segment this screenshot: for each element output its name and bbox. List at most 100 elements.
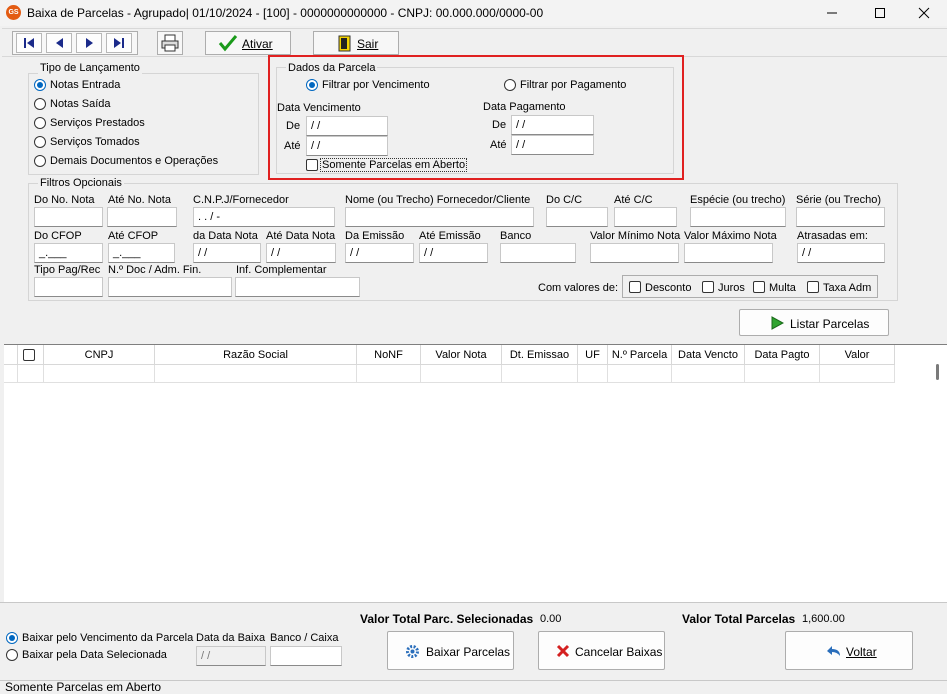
grid-header-no-parcela[interactable]: N.º Parcela: [608, 345, 672, 365]
grid-cell[interactable]: [745, 365, 820, 383]
valor-minimo-label: Valor Mínimo Nota: [590, 230, 681, 242]
window-title: Baixa de Parcelas - Agrupado| 01/10/2024…: [27, 6, 544, 20]
sair-button[interactable]: Sair: [313, 31, 399, 55]
do-cfop-input[interactable]: _.___: [34, 243, 103, 263]
sair-label: Sair: [357, 37, 379, 51]
tipo-pag-input[interactable]: [34, 277, 103, 297]
multa-label: Multa: [769, 282, 796, 294]
grid-row-indicator-header: [4, 345, 18, 365]
valor-minimo-input[interactable]: [590, 243, 679, 263]
grid-scrollbar-thumb[interactable]: [936, 364, 939, 380]
parcelas-grid[interactable]: CNPJ Razão Social NoNF Valor Nota Dt. Em…: [4, 344, 947, 602]
checkbox-multa[interactable]: [753, 281, 765, 293]
serie-label: Série (ou Trecho): [796, 194, 881, 206]
grid-cell[interactable]: [357, 365, 421, 383]
status-text: Somente Parcelas em Aberto: [5, 680, 162, 694]
filtrar-vencimento-label: Filtrar por Vencimento: [322, 79, 430, 91]
grid-cell[interactable]: [502, 365, 578, 383]
serie-input[interactable]: [796, 207, 885, 227]
ativar-button[interactable]: Ativar: [205, 31, 291, 55]
ate-emissao-input[interactable]: / /: [419, 243, 488, 263]
radio-filtrar-pagamento[interactable]: [504, 79, 516, 91]
listar-parcelas-label: Listar Parcelas: [790, 317, 870, 331]
radio-baixar-data[interactable]: [6, 649, 18, 661]
especie-input[interactable]: [690, 207, 786, 227]
grid-cell[interactable]: [421, 365, 502, 383]
grid-cell[interactable]: [820, 365, 895, 383]
dados-parcela-legend: Dados da Parcela: [286, 62, 378, 74]
grid-header-data-pagto[interactable]: Data Pagto: [745, 345, 820, 365]
grid-cell[interactable]: [672, 365, 745, 383]
radio-demais-documentos[interactable]: [34, 155, 46, 167]
checkbox-taxa-adm[interactable]: [807, 281, 819, 293]
baixar-parcelas-button[interactable]: Baixar Parcelas: [387, 631, 514, 670]
grid-header-nonf[interactable]: NoNF: [357, 345, 421, 365]
tipo-pag-label: Tipo Pag/Rec: [34, 264, 101, 276]
option-notas-saida-label: Notas Saída: [50, 98, 111, 110]
taxa-adm-label: Taxa Adm: [823, 282, 872, 294]
ate-cfop-input[interactable]: _.___: [108, 243, 175, 263]
radio-filtrar-vencimento[interactable]: [306, 79, 318, 91]
venc-de-input[interactable]: / /: [306, 116, 388, 136]
previous-record-button[interactable]: [46, 33, 72, 53]
atrasadas-input[interactable]: / /: [797, 243, 885, 263]
grid-cell[interactable]: [4, 365, 18, 383]
ate-no-nota-input[interactable]: [107, 207, 177, 227]
grid-header-data-vencto[interactable]: Data Vencto: [672, 345, 745, 365]
do-no-nota-input[interactable]: [34, 207, 103, 227]
banco-input[interactable]: [500, 243, 576, 263]
radio-servicos-tomados[interactable]: [34, 136, 46, 148]
grid-header-cnpj[interactable]: CNPJ: [44, 345, 155, 365]
grid-header-uf[interactable]: UF: [578, 345, 608, 365]
grid-cell[interactable]: [608, 365, 672, 383]
data-baixa-input[interactable]: / /: [196, 646, 266, 666]
venc-ate-input[interactable]: / /: [306, 136, 388, 156]
valor-maximo-input[interactable]: [684, 243, 773, 263]
close-icon[interactable]: [901, 0, 947, 26]
inf-complementar-input[interactable]: [235, 277, 360, 297]
da-data-nota-input[interactable]: / /: [193, 243, 261, 263]
checkbox-somente-aberto[interactable]: [306, 159, 318, 171]
radio-notas-saida[interactable]: [34, 98, 46, 110]
grid-header-valor-nota[interactable]: Valor Nota: [421, 345, 502, 365]
first-record-button[interactable]: [16, 33, 42, 53]
inf-complementar-label: Inf. Complementar: [236, 264, 327, 276]
listar-parcelas-button[interactable]: Listar Parcelas: [739, 309, 889, 336]
checkbox-desconto[interactable]: [629, 281, 641, 293]
maximize-icon[interactable]: [857, 0, 903, 26]
valor-total-label: Valor Total Parcelas: [682, 612, 796, 626]
pag-ate-input[interactable]: / /: [511, 135, 594, 155]
nome-fornecedor-input[interactable]: [345, 207, 534, 227]
grid-header-razao-social[interactable]: Razão Social: [155, 345, 357, 365]
checkbox-juros[interactable]: [702, 281, 714, 293]
baixar-vencimento-label: Baixar pelo Vencimento da Parcela: [22, 632, 194, 644]
ate-cc-input[interactable]: [614, 207, 677, 227]
minimize-icon[interactable]: [809, 0, 855, 26]
da-emissao-input[interactable]: / /: [345, 243, 414, 263]
grid-cell[interactable]: [155, 365, 357, 383]
pag-de-input[interactable]: / /: [511, 115, 594, 135]
cnpj-fornecedor-label: C.N.P.J/Fornecedor: [193, 194, 289, 206]
print-button[interactable]: [157, 31, 183, 55]
cancelar-baixas-button[interactable]: Cancelar Baixas: [538, 631, 665, 670]
banco-caixa-input[interactable]: [270, 646, 342, 666]
radio-baixar-vencimento[interactable]: [6, 632, 18, 644]
next-record-button[interactable]: [76, 33, 102, 53]
radio-servicos-prestados[interactable]: [34, 117, 46, 129]
radio-notas-entrada[interactable]: [34, 79, 46, 91]
do-cc-input[interactable]: [546, 207, 608, 227]
grid-cell[interactable]: [578, 365, 608, 383]
grid-header-valor[interactable]: Valor: [820, 345, 895, 365]
grid-cell[interactable]: [44, 365, 155, 383]
grid-select-all-header[interactable]: [18, 345, 44, 365]
select-all-checkbox[interactable]: [23, 349, 35, 361]
grid-cell[interactable]: [18, 365, 44, 383]
voltar-button[interactable]: Voltar: [785, 631, 913, 670]
ate-data-nota-input[interactable]: / /: [266, 243, 336, 263]
grid-header-dt-emissao[interactable]: Dt. Emissao: [502, 345, 578, 365]
checkmark-icon: [218, 35, 238, 52]
last-record-button[interactable]: [106, 33, 132, 53]
pag-ate-label: Até: [490, 139, 507, 151]
no-doc-input[interactable]: [108, 277, 232, 297]
cnpj-fornecedor-input[interactable]: . . / -: [193, 207, 335, 227]
